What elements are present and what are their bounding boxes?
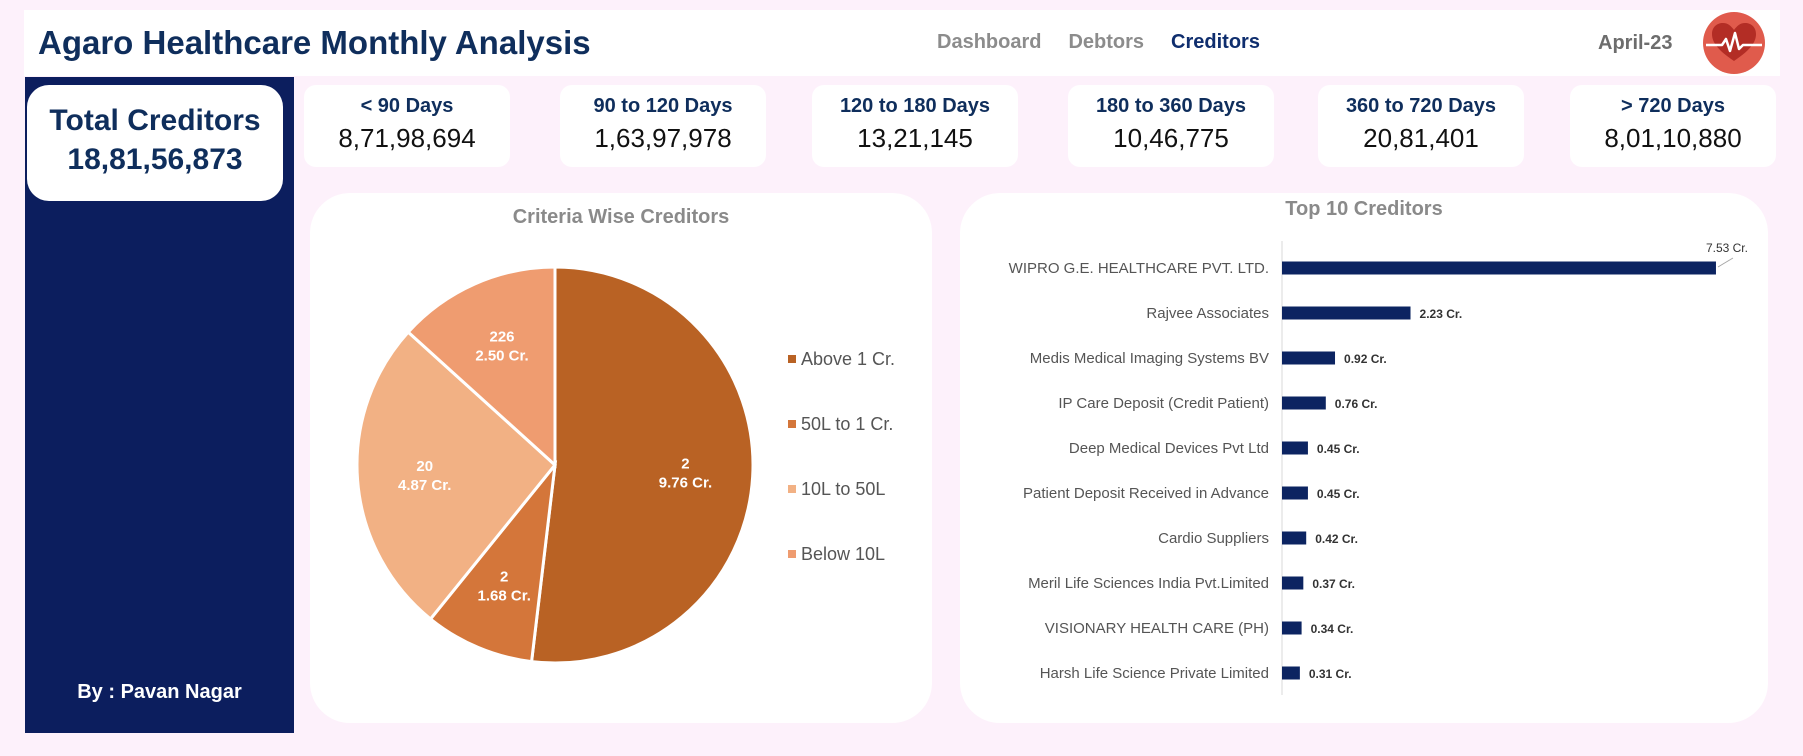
kpi-label: 120 to 180 Days [839, 95, 991, 117]
bar-category-label: Deep Medical Devices Pvt Ltd [1069, 440, 1269, 457]
legend-swatch [788, 485, 796, 493]
top-nav: Dashboard Debtors Creditors [937, 31, 1287, 54]
legend-label: 50L to 1 Cr. [801, 414, 893, 434]
pie-slice-amount-label: 4.87 Cr. [398, 477, 451, 494]
bar-7 [1282, 576, 1304, 590]
bar-category-label: IP Care Deposit (Credit Patient) [1058, 395, 1269, 412]
kpi-value: 8,71,98,694 [338, 123, 476, 153]
kpi-value: 20,81,401 [1363, 123, 1479, 153]
total-creditors-value: 18,81,56,873 [67, 143, 243, 176]
bar-value-label: 0.92 Cr. [1344, 352, 1387, 366]
kpi-label: < 90 Days [360, 95, 454, 117]
bar-value-label: 0.45 Cr. [1317, 442, 1360, 456]
bar-2 [1282, 351, 1336, 365]
pie-slice-amount-label: 9.76 Cr. [659, 475, 712, 492]
kpi-card-lt-90: < 90 Days 8,71,98,694 [304, 85, 510, 167]
pie-slice-count-label: 2 [500, 568, 508, 585]
kpi-value: 13,21,145 [857, 123, 973, 153]
kpi-card-180-360: 180 to 360 Days 10,46,775 [1068, 85, 1274, 167]
legend-swatch [788, 420, 796, 428]
bar-category-label: Patient Deposit Received in Advance [1023, 485, 1269, 502]
heart-pulse-icon [1703, 12, 1765, 74]
bar-value-label: 0.45 Cr. [1317, 487, 1360, 501]
bar-value-label: 0.34 Cr. [1311, 622, 1354, 636]
bar-category-label: Cardio Suppliers [1158, 530, 1269, 547]
bar-value-label: 7.53 Cr. [1706, 241, 1748, 255]
pie-slice-amount-label: 1.68 Cr. [478, 587, 531, 604]
sidebar: Total Creditors 18,81,56,873 By : Pavan … [25, 77, 294, 733]
criteria-pie-chart: 2 9.76 Cr. 2 1.68 Cr. 20 4.87 Cr. 226 2.50 Cr. A… [355, 265, 895, 665]
legend-label: Above 1 Cr. [801, 349, 895, 369]
total-creditors-card: Total Creditors 18,81,56,873 [27, 85, 283, 201]
bar-value-label: 0.31 Cr. [1309, 667, 1352, 681]
bar-1 [1282, 306, 1411, 320]
kpi-label: > 720 Days [1621, 95, 1725, 117]
bar-3 [1282, 396, 1326, 410]
legend-swatch [788, 550, 796, 558]
kpi-value: 10,46,775 [1113, 123, 1229, 153]
bar-5 [1282, 486, 1308, 500]
top-creditors-panel: Top 10 Creditors WIPRO G.E. HEALTHCARE P… [960, 193, 1768, 723]
bar-value-label: 2.23 Cr. [1420, 307, 1463, 321]
bar-9 [1282, 666, 1300, 680]
kpi-label: 90 to 120 Days [593, 95, 733, 117]
bar-value-label: 0.42 Cr. [1315, 532, 1358, 546]
kpi-card-120-180: 120 to 180 Days 13,21,145 [812, 85, 1018, 167]
pie-slice-count-label: 20 [416, 458, 433, 475]
page-title: Agaro Healthcare Monthly Analysis [38, 24, 591, 61]
legend-swatch [788, 355, 796, 363]
nav-creditors[interactable]: Creditors [1171, 31, 1260, 54]
bar-category-label: Harsh Life Science Private Limited [1040, 665, 1269, 682]
bar-0 [1282, 261, 1716, 275]
header-bar: Agaro Healthcare Monthly Analysis Dashbo… [24, 10, 1780, 76]
bar-value-label: 0.76 Cr. [1335, 397, 1378, 411]
bar-8 [1282, 621, 1302, 635]
period-label: April-23 [1598, 32, 1673, 54]
bar-4 [1282, 441, 1308, 455]
bar-category-label: VISIONARY HEALTH CARE (PH) [1045, 620, 1269, 637]
pie-slice-amount-label: 2.50 Cr. [475, 348, 528, 365]
bar-value-label: 0.37 Cr. [1312, 577, 1355, 591]
kpi-value: 8,01,10,880 [1604, 123, 1742, 153]
data-label-leader-line [1717, 257, 1734, 268]
total-creditors-label: Total Creditors [49, 104, 261, 137]
kpi-card-90-120: 90 to 120 Days 1,63,97,978 [560, 85, 766, 167]
legend-label: Below 10L [801, 544, 885, 564]
criteria-pie-panel: Criteria Wise Creditors 2 9.76 Cr. 2 1.68 C… [310, 193, 932, 723]
bar-category-label: WIPRO G.E. HEALTHCARE PVT. LTD. [1009, 260, 1269, 277]
author-credit: By : Pavan Nagar [77, 681, 242, 703]
kpi-label: 360 to 720 Days [1345, 95, 1497, 117]
bar-category-label: Meril Life Sciences India Pvt.Limited [1028, 575, 1269, 592]
kpi-card-gt-720: > 720 Days 8,01,10,880 [1570, 85, 1776, 167]
pie-slice-0 [529, 265, 755, 665]
kpi-label: 180 to 360 Days [1095, 95, 1247, 117]
bar-6 [1282, 531, 1307, 545]
legend-label: 10L to 50L [801, 479, 885, 499]
bar-category-label: Medis Medical Imaging Systems BV [1030, 350, 1269, 367]
kpi-card-360-720: 360 to 720 Days 20,81,401 [1318, 85, 1524, 167]
kpi-value: 1,63,97,978 [594, 123, 732, 153]
nav-debtors[interactable]: Debtors [1068, 31, 1144, 54]
pie-slice-count-label: 2 [681, 456, 689, 473]
bar-category-label: Rajvee Associates [1146, 305, 1269, 322]
nav-dashboard[interactable]: Dashboard [937, 31, 1041, 54]
top-creditors-bar-chart: WIPRO G.E. HEALTHCARE PVT. LTD. 7.53 Cr. R… [1009, 241, 1748, 695]
pie-slice-count-label: 226 [489, 329, 514, 346]
